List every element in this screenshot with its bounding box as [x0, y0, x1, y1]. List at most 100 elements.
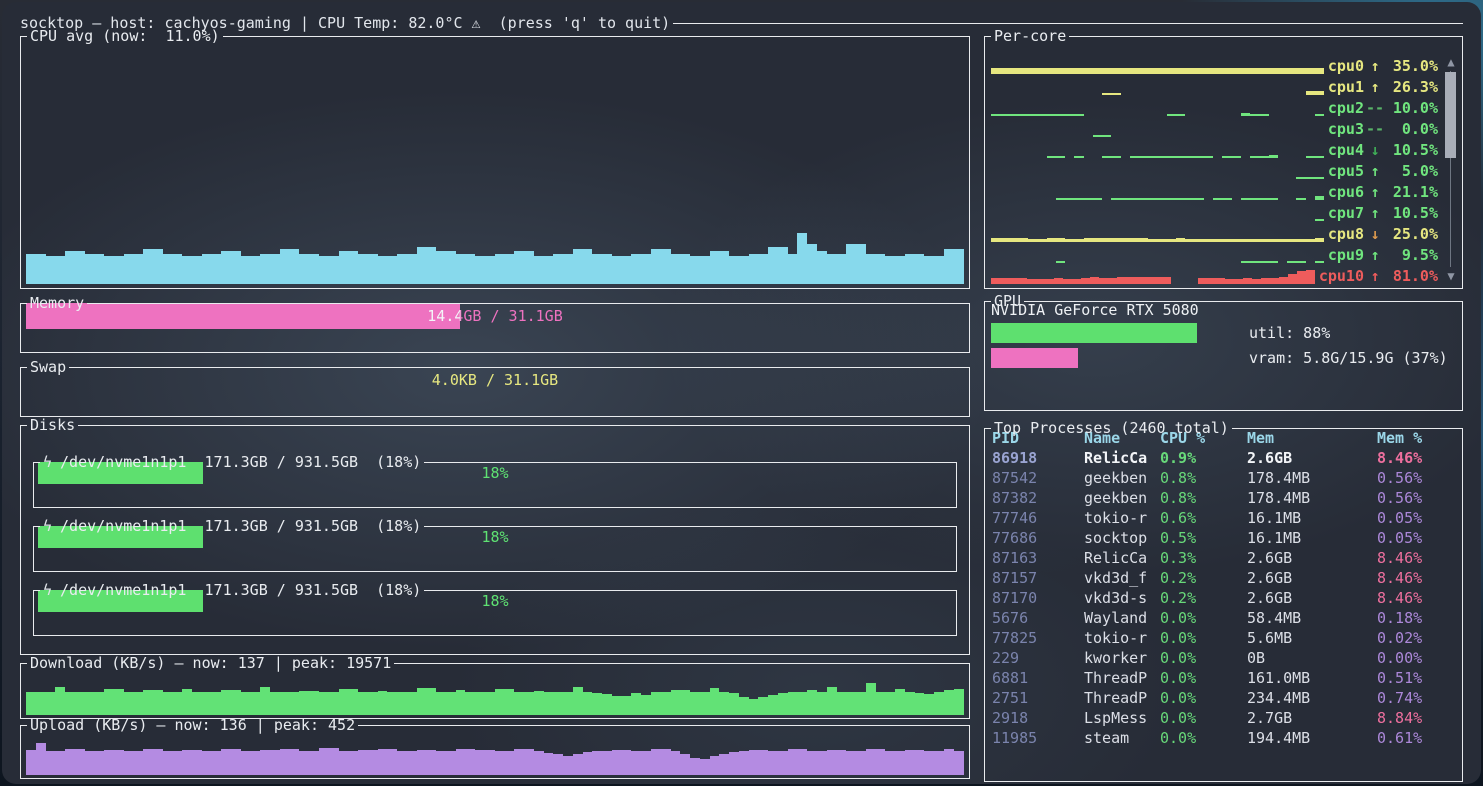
- disk-usage-gauge: 18%: [38, 462, 952, 484]
- chart-bar: [671, 254, 681, 284]
- chart-bar: [1315, 114, 1324, 116]
- chart-bar: [1158, 198, 1167, 200]
- process-pid: 77746: [992, 508, 1084, 528]
- process-cpu: 0.5%: [1160, 528, 1247, 548]
- chart-bar: [280, 692, 290, 715]
- chart-bar: [397, 751, 407, 775]
- chart-bar: [1315, 91, 1324, 95]
- process-cpu: 0.0%: [1160, 608, 1247, 628]
- chart-bar: [1195, 198, 1204, 200]
- chart-bar: [1167, 156, 1176, 158]
- chart-bar: [329, 748, 339, 775]
- process-name: ThreadP: [1084, 668, 1160, 688]
- chart-bar: [348, 751, 358, 775]
- chart-bar: [465, 749, 475, 775]
- border-segment: [78, 425, 970, 426]
- chart-bar: [934, 256, 944, 284]
- chart-bar: [446, 251, 456, 284]
- chart-bar: [954, 249, 964, 284]
- chart-bar: [124, 692, 134, 715]
- disk-usage-label: 18%: [38, 462, 952, 484]
- chart-bar: [1315, 261, 1324, 263]
- chart-bar: [202, 692, 212, 715]
- chart-bar: [934, 692, 944, 715]
- core-trend-icon: --: [1364, 99, 1386, 117]
- scrollbar-down-icon[interactable]: ▼: [1444, 270, 1458, 282]
- chart-bar: [1153, 277, 1162, 284]
- chart-bar: [778, 751, 788, 775]
- chart-bar: [397, 692, 407, 715]
- chart-bar: [866, 254, 876, 284]
- core-row: cpu8↓25.0%: [991, 223, 1438, 244]
- chart-bar: [553, 692, 563, 715]
- chart-bar: [1000, 114, 1009, 116]
- chart-bar: [1296, 68, 1305, 74]
- process-name: tokio-r: [1084, 628, 1160, 648]
- chart-bar: [182, 750, 192, 775]
- chart-bar: [1259, 114, 1268, 116]
- chart-bar: [1259, 198, 1268, 200]
- process-row: 87163RelicCa0.3%2.6GB8.46%: [985, 548, 1462, 568]
- chart-bar: [114, 689, 124, 715]
- chart-bar: [1315, 68, 1324, 74]
- process-name: tokio-r: [1084, 508, 1160, 528]
- chart-bar: [1056, 156, 1065, 158]
- chart-bar: [622, 256, 632, 284]
- chart-bar: [1019, 68, 1028, 74]
- chart-bar: [1167, 198, 1176, 200]
- chart-bar: [1139, 238, 1148, 242]
- gpu-panel: GPU NVIDIA GeForce RTX 5080 util: 88% vr…: [984, 301, 1463, 411]
- process-mem-pct: 0.05%: [1377, 508, 1462, 528]
- chart-bar: [1232, 156, 1241, 158]
- chart-bar: [583, 249, 593, 284]
- chart-bar: [1167, 114, 1176, 116]
- chart-bar: [612, 696, 622, 715]
- chart-bar: [1000, 278, 1009, 284]
- chart-bar: [661, 249, 671, 284]
- chart-bar: [1009, 278, 1018, 284]
- chart-bar: [991, 68, 1000, 74]
- process-pid: 87163: [992, 548, 1084, 568]
- chart-bar: [651, 749, 661, 775]
- chart-bar: [1074, 114, 1083, 116]
- chart-bar: [866, 749, 876, 775]
- right-column: Per-core cpu0↑35.0%cpu1↑26.3%cpu2--10.0%…: [984, 36, 1463, 782]
- chart-bar: [641, 751, 651, 775]
- chart-bar: [1028, 68, 1037, 74]
- chart-bar: [1144, 277, 1153, 284]
- chart-bar: [1232, 68, 1241, 74]
- chart-bar: [1195, 239, 1204, 242]
- process-name: steam: [1084, 728, 1160, 748]
- chart-bar: [671, 690, 681, 715]
- core-label: cpu0: [1328, 57, 1364, 75]
- chart-bar: [1241, 113, 1250, 116]
- chart-bar: [1315, 196, 1324, 200]
- scrollbar-thumb[interactable]: [1445, 72, 1456, 158]
- chart-bar: [339, 689, 349, 715]
- per-core-scrollbar[interactable]: ▲ ▼: [1444, 56, 1458, 282]
- core-row: cpu2--10.0%: [991, 97, 1438, 118]
- process-mem: 2.6GB: [1247, 588, 1377, 608]
- chart-bar: [710, 251, 720, 284]
- chart-bar: [1010, 68, 1019, 74]
- chart-bar: [1102, 156, 1111, 158]
- process-mem-pct: 0.00%: [1377, 648, 1462, 668]
- chart-bar: [739, 697, 749, 715]
- chart-bar: [1222, 156, 1231, 158]
- gpu-util-gauge: [991, 323, 1225, 343]
- chart-bar: [1084, 68, 1093, 74]
- core-row: cpu4↓10.5%: [991, 139, 1438, 160]
- process-pid: 86918: [992, 448, 1084, 468]
- process-mem-pct: 8.46%: [1377, 568, 1462, 588]
- chart-bar: [426, 750, 436, 775]
- gpu-vram-label: vram: 5.8G/15.9G (37%): [1249, 349, 1448, 367]
- process-mem: 194.4MB: [1247, 728, 1377, 748]
- chart-bar: [778, 693, 788, 715]
- chart-bar: [563, 692, 573, 715]
- scrollbar-up-icon[interactable]: ▲: [1444, 56, 1458, 68]
- chart-bar: [114, 256, 124, 284]
- chart-bar: [1081, 278, 1090, 284]
- chart-bar: [319, 748, 329, 775]
- chart-bar: [251, 751, 261, 775]
- chart-bar: [163, 751, 173, 775]
